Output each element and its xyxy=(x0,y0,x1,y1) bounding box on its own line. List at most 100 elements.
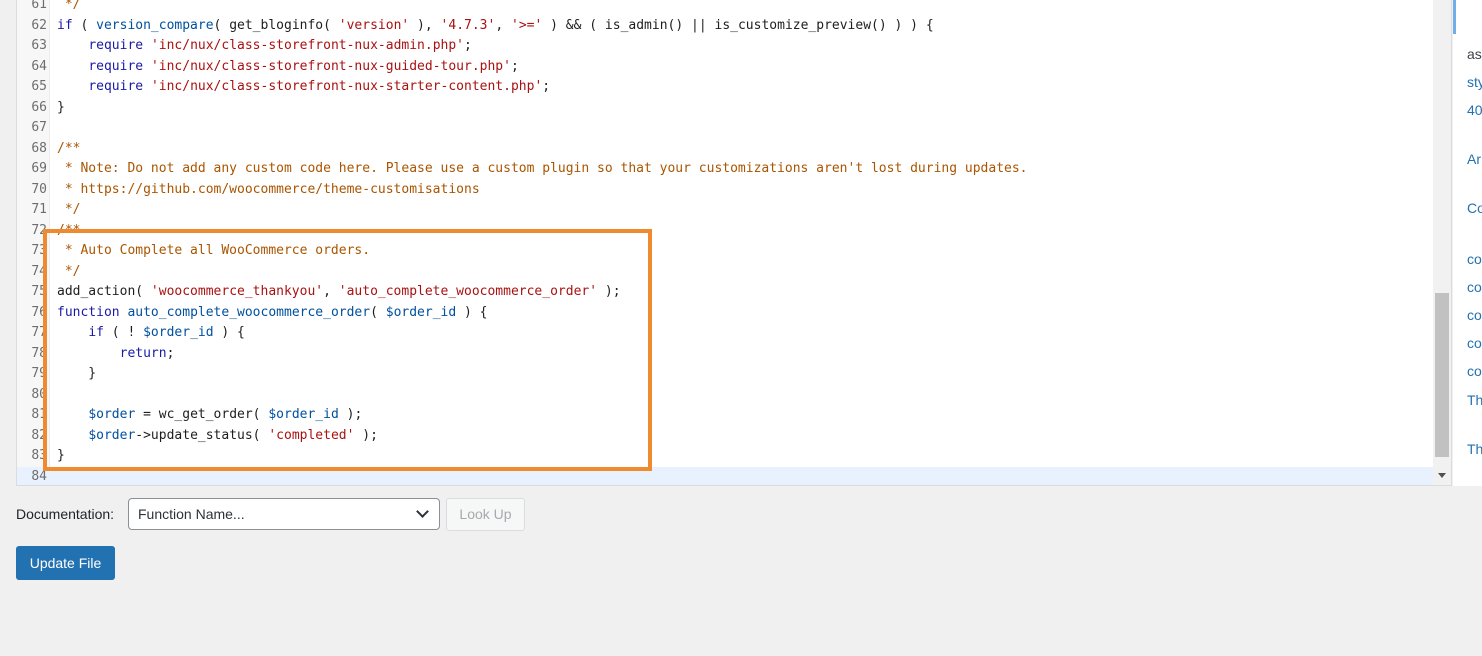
code-text: function auto_complete_woocommerce_order… xyxy=(57,303,488,324)
scrollbar-thumb[interactable] xyxy=(1435,293,1449,457)
code-text: } xyxy=(57,446,65,467)
editor-vertical-scrollbar[interactable] xyxy=(1433,0,1451,485)
code-token: */ xyxy=(57,0,81,12)
line-number: 77 xyxy=(31,325,47,340)
code-token: 'woocommerce_thankyou' xyxy=(150,284,324,299)
code-token: } xyxy=(57,366,97,381)
function-name-select[interactable]: Function Name... xyxy=(128,498,440,530)
code-line[interactable]: 82 $order->update_status( 'completed' ); xyxy=(17,426,1433,447)
code-line[interactable]: 80 xyxy=(17,385,1433,406)
update-file-button[interactable]: Update File xyxy=(16,546,115,580)
code-token: return xyxy=(119,345,167,361)
theme-file-link[interactable]: Ar xyxy=(1467,151,1481,167)
code-line[interactable]: 70 * https://github.com/woocommerce/them… xyxy=(17,180,1433,201)
code-line[interactable]: 65 require 'inc/nux/class-storefront-nux… xyxy=(17,77,1433,98)
code-line[interactable]: 79 } xyxy=(17,364,1433,385)
code-token: ; xyxy=(542,79,551,94)
documentation-label: Documentation: xyxy=(16,506,115,522)
theme-file-link[interactable]: Th xyxy=(1467,441,1482,457)
code-line[interactable]: 64 require 'inc/nux/class-storefront-nux… xyxy=(17,57,1433,78)
line-number: 73 xyxy=(31,243,47,258)
theme-file-link[interactable]: Co xyxy=(1467,200,1482,216)
code-line[interactable]: 73 * Auto Complete all WooCommerce order… xyxy=(17,241,1433,262)
theme-files-panel-header xyxy=(1453,0,1482,34)
code-token: ); xyxy=(597,284,621,299)
code-token: */ xyxy=(57,263,81,279)
code-line[interactable]: 71 */ xyxy=(17,200,1433,221)
code-token: /** xyxy=(57,140,81,156)
code-text: require 'inc/nux/class-storefront-nux-ad… xyxy=(57,36,472,57)
code-token: 'inc/nux/class-storefront-nux-starter-co… xyxy=(150,79,543,94)
code-line[interactable]: 78 return; xyxy=(17,344,1433,365)
code-token: * Note: Do not add any custom code here.… xyxy=(57,161,1028,176)
theme-file-link[interactable]: co xyxy=(1467,279,1482,295)
code-text: require 'inc/nux/class-storefront-nux-gu… xyxy=(57,57,518,78)
code-token: * https://github.com/woocommerce/theme-c… xyxy=(57,181,480,197)
code-token: require xyxy=(88,58,144,74)
code-token: ( xyxy=(370,304,386,320)
line-number: 62 xyxy=(31,17,47,33)
code-text: require 'inc/nux/class-storefront-nux-st… xyxy=(57,77,550,98)
code-line[interactable]: 63 require 'inc/nux/class-storefront-nux… xyxy=(17,36,1433,57)
code-token: if xyxy=(88,325,104,340)
code-line[interactable]: 67 xyxy=(17,118,1433,139)
code-token: ); xyxy=(338,407,363,422)
theme-file-link[interactable]: Th xyxy=(1467,392,1482,408)
code-line[interactable]: 75 add_action( 'woocommerce_thankyou', 'a… xyxy=(17,282,1433,303)
code-line[interactable]: 83} xyxy=(17,446,1433,467)
code-token: $order_id xyxy=(143,325,214,340)
line-number: 65 xyxy=(31,79,47,94)
code-line[interactable]: 84 xyxy=(17,467,1433,486)
code-token: , xyxy=(495,17,511,33)
code-text: } xyxy=(57,98,65,119)
code-text: */ xyxy=(57,262,81,283)
line-number: 69 xyxy=(31,161,47,176)
line-number: 76 xyxy=(31,304,47,320)
code-line[interactable]: 68 /** xyxy=(17,139,1433,160)
code-line[interactable]: 66} xyxy=(17,98,1433,119)
code-line[interactable]: 62 if ( version_compare( get_bloginfo( 'v… xyxy=(17,16,1433,37)
code-token: ; xyxy=(464,38,472,53)
code-token: /** xyxy=(57,222,81,238)
line-number: 79 xyxy=(31,366,47,381)
look-up-button[interactable]: Look Up xyxy=(446,498,525,531)
line-number: 74 xyxy=(31,263,47,279)
code-text: $order = wc_get_order( $order_id ); xyxy=(57,405,362,426)
code-line[interactable]: 76 function auto_complete_woocommerce_ord… xyxy=(17,303,1433,324)
theme-file-link[interactable]: co xyxy=(1467,335,1482,351)
theme-file-link[interactable]: sty xyxy=(1467,74,1482,90)
chevron-down-icon xyxy=(416,505,429,518)
code-text: /** xyxy=(57,139,80,160)
code-token: version_compare xyxy=(96,17,214,33)
code-token: 'inc/nux/class-storefront-nux-guided-tou… xyxy=(150,58,511,74)
code-token: '>=' xyxy=(511,17,543,33)
code-line[interactable]: 81 $order = wc_get_order( $order_id ); xyxy=(17,405,1433,426)
line-number: 72 xyxy=(31,222,47,238)
code-editor[interactable]: 61 */62 if ( version_compare( get_bloginf… xyxy=(16,0,1452,486)
theme-file-link[interactable]: co xyxy=(1467,307,1482,323)
code-token: require xyxy=(88,38,144,53)
code-token: require xyxy=(88,79,144,94)
code-line[interactable]: 77 if ( ! $order_id ) { xyxy=(17,323,1433,344)
code-line[interactable]: 61 */ xyxy=(17,0,1433,16)
code-line[interactable]: 69 * Note: Do not add any custom code he… xyxy=(17,159,1433,180)
code-token: ) { xyxy=(213,325,245,340)
line-number: 75 xyxy=(31,284,47,299)
theme-file-link[interactable]: co xyxy=(1467,363,1482,379)
theme-file-link[interactable]: co xyxy=(1467,251,1482,267)
scroll-down-arrow-icon[interactable] xyxy=(1438,473,1446,478)
line-number: 80 xyxy=(31,386,47,402)
code-token: = wc_get_order( xyxy=(135,407,269,422)
code-line[interactable]: 72 /** xyxy=(17,221,1433,242)
theme-file-link[interactable]: 40 xyxy=(1467,102,1482,118)
code-token: } xyxy=(57,448,65,463)
code-token: auto_complete_woocommerce_order xyxy=(127,304,371,320)
code-token: ; xyxy=(166,345,175,361)
code-line[interactable]: 74 */ xyxy=(17,262,1433,283)
line-number: 81 xyxy=(31,407,47,422)
